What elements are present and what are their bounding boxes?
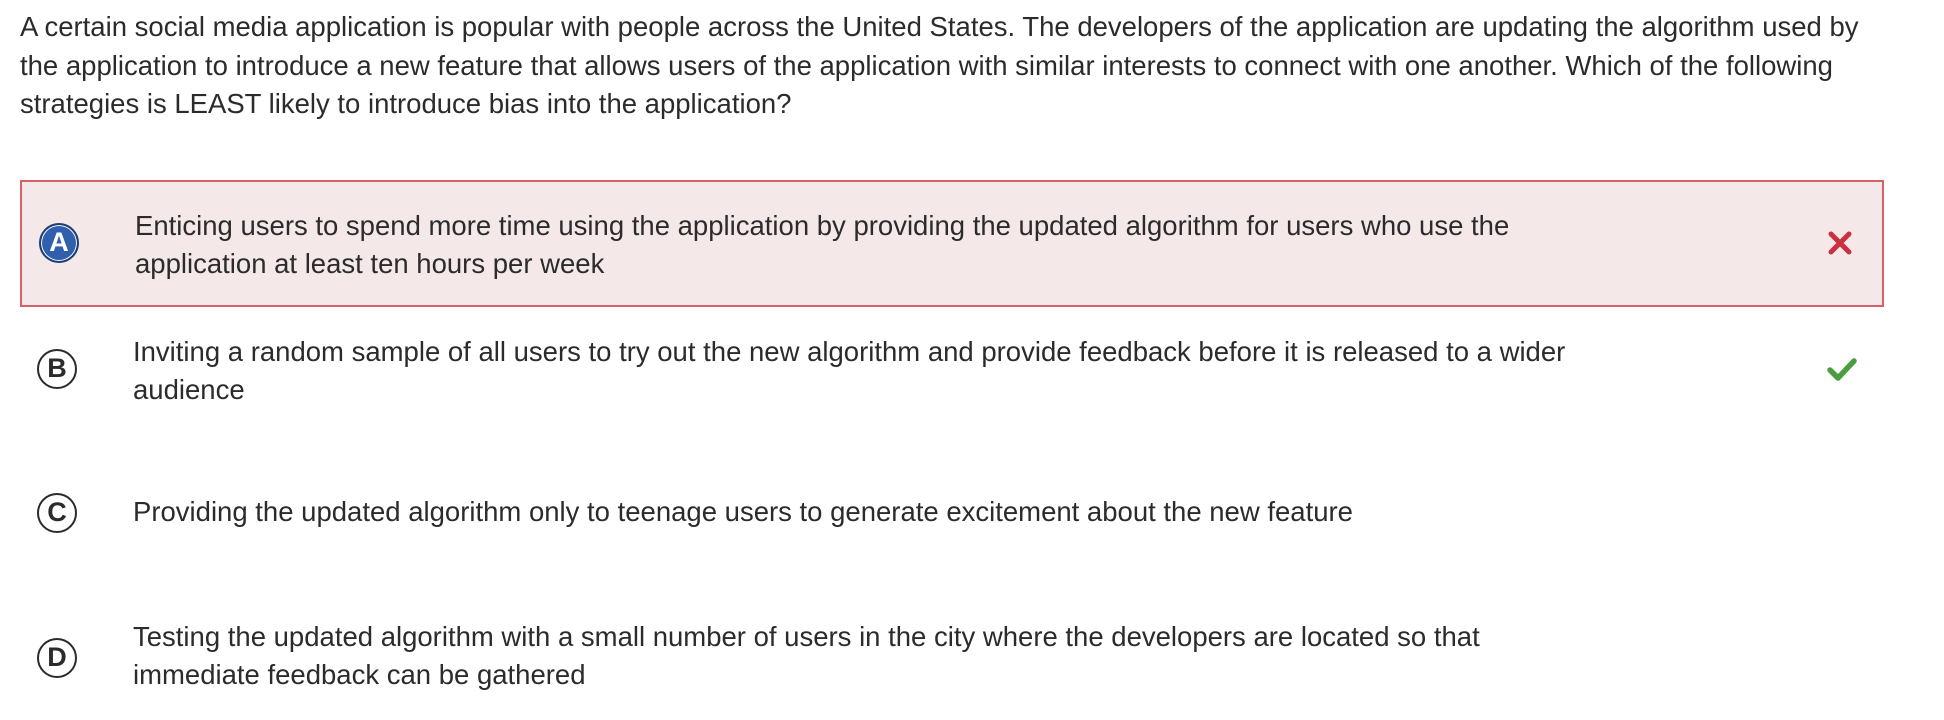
option-b-text: Inviting a random sample of all users to… [133, 336, 1566, 405]
x-icon [1824, 227, 1856, 259]
option-d[interactable]: D Testing the updated algorithm with a s… [20, 597, 1884, 707]
question-text: A certain social media application is po… [20, 11, 1859, 119]
answer-options: A Enticing users to spend more time usin… [20, 180, 1884, 707]
option-d-letter: D [37, 638, 77, 678]
option-c-letter: C [37, 493, 77, 533]
option-c-text: Providing the updated algorithm only to … [133, 496, 1353, 527]
check-icon [1826, 353, 1858, 385]
option-d-text: Testing the updated algorithm with a sma… [133, 621, 1480, 690]
option-a-text: Enticing users to spend more time using … [135, 210, 1510, 279]
option-b[interactable]: B Inviting a random sample of all users … [20, 307, 1884, 452]
option-a[interactable]: A Enticing users to spend more time usin… [20, 180, 1884, 307]
option-a-letter: A [39, 223, 79, 263]
option-b-letter: B [37, 349, 77, 389]
option-c[interactable]: C Providing the updated algorithm only t… [20, 452, 1884, 597]
